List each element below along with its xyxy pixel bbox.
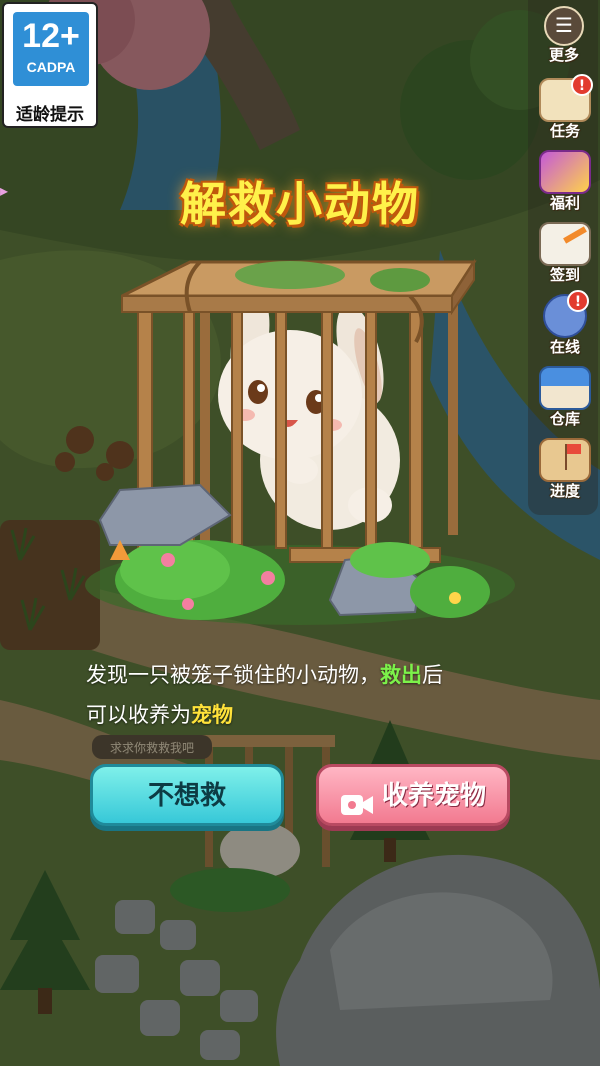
video-icon bbox=[340, 781, 374, 815]
sidebar-item-label: 进度 bbox=[549, 482, 580, 500]
sidebar-item-online[interactable]: ! 在线 bbox=[536, 290, 594, 356]
age-rating-badge: 12+ CADPA 适龄提示 bbox=[2, 2, 98, 128]
map-flag-icon bbox=[539, 438, 591, 482]
decline-rescue-button[interactable]: 不想救 bbox=[90, 764, 284, 826]
sidebar-item-label: 任务 bbox=[549, 122, 580, 140]
description-text: 可以收养为 bbox=[86, 703, 191, 727]
rescue-highlight: 救出 bbox=[380, 663, 422, 687]
age-rating-number: 12+ bbox=[22, 17, 80, 55]
right-sidebar: ☰ 更多 ! 任务 福利 签到 ! 在线 仓库 进度 bbox=[528, 0, 598, 515]
age-rating-tip: 适龄提示 bbox=[16, 105, 84, 125]
house-icon bbox=[539, 366, 591, 410]
dialog-title: 解救小动物 bbox=[180, 177, 420, 231]
pet-highlight: 宠物 bbox=[191, 703, 233, 727]
sidebar-item-progress[interactable]: 进度 bbox=[536, 438, 594, 500]
age-rating-box: 12+ CADPA bbox=[13, 12, 89, 86]
notification-badge: ! bbox=[571, 74, 593, 96]
decline-button-label: 不想救 bbox=[147, 781, 226, 811]
clock-gift-icon: ! bbox=[543, 290, 589, 338]
age-rating-org: CADPA bbox=[26, 59, 76, 75]
adopt-button-label: 收养宠物 bbox=[381, 781, 486, 811]
dialog-description: 发现一只被笼子锁住的小动物，救出后 可以收养为宠物 bbox=[86, 655, 526, 735]
menu-icon: ☰ bbox=[544, 6, 584, 46]
scroll-icon: ! bbox=[539, 74, 593, 122]
sidebar-item-label: 在线 bbox=[549, 338, 580, 356]
sidebar-item-warehouse[interactable]: 仓库 bbox=[536, 366, 594, 428]
description-line-2: 可以收养为宠物 bbox=[86, 695, 526, 735]
description-text: 后 bbox=[422, 663, 443, 687]
sidebar-item-label: 仓库 bbox=[549, 410, 580, 428]
description-line-1: 发现一只被笼子锁住的小动物，救出后 bbox=[86, 655, 526, 695]
more-label: 更多 bbox=[548, 46, 579, 64]
adopt-pet-button[interactable]: 收养宠物 bbox=[316, 764, 510, 826]
sidebar-item-tasks[interactable]: ! 任务 bbox=[536, 74, 594, 140]
more-button[interactable]: ☰ 更多 bbox=[536, 6, 592, 64]
sidebar-item-label: 签到 bbox=[549, 266, 580, 284]
notification-badge: ! bbox=[567, 290, 589, 312]
caged-bunny-illustration bbox=[85, 258, 515, 625]
description-text: 发现一只被笼子锁住的小动物， bbox=[86, 663, 380, 687]
